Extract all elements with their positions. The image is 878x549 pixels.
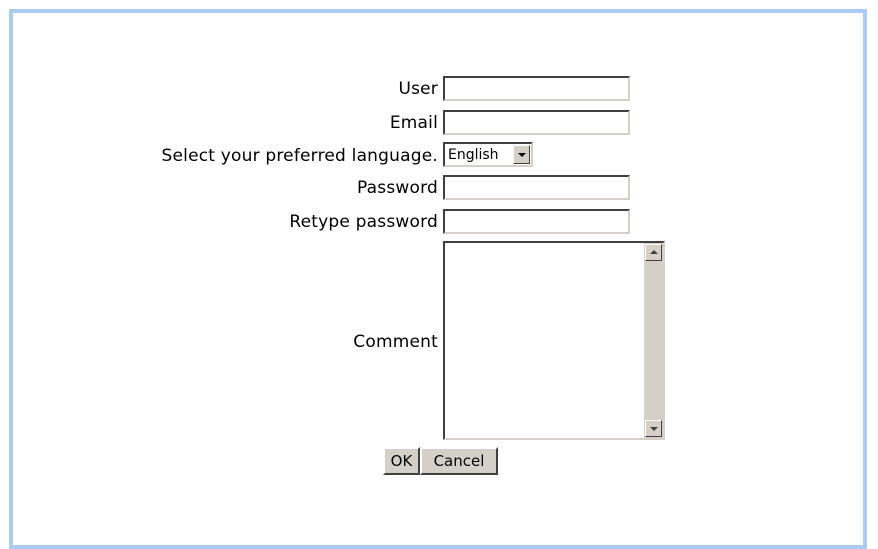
comment-scrollbar[interactable] <box>644 243 663 438</box>
password-field[interactable] <box>443 175 630 200</box>
retype-password-field[interactable] <box>443 209 630 234</box>
user-label: User <box>398 79 438 99</box>
scroll-up-button[interactable] <box>645 244 662 261</box>
language-selected-value: English <box>448 147 499 163</box>
email-field[interactable] <box>443 110 630 135</box>
scroll-down-button[interactable] <box>645 420 662 437</box>
language-dropdown-button[interactable] <box>513 145 530 164</box>
language-select[interactable]: English <box>443 142 533 167</box>
language-label: Select your preferred language. <box>161 146 438 166</box>
cancel-button[interactable]: Cancel <box>420 447 498 475</box>
scroll-down-icon <box>650 427 658 431</box>
scroll-up-icon <box>650 250 658 254</box>
comment-textarea[interactable] <box>443 241 665 440</box>
chevron-down-icon <box>518 153 526 157</box>
comment-label: Comment <box>353 332 438 352</box>
ok-button[interactable]: OK <box>383 447 420 475</box>
user-field[interactable] <box>443 76 630 101</box>
email-label: Email <box>389 113 438 133</box>
password-label: Password <box>356 178 438 198</box>
retype-password-label: Retype password <box>289 212 438 232</box>
